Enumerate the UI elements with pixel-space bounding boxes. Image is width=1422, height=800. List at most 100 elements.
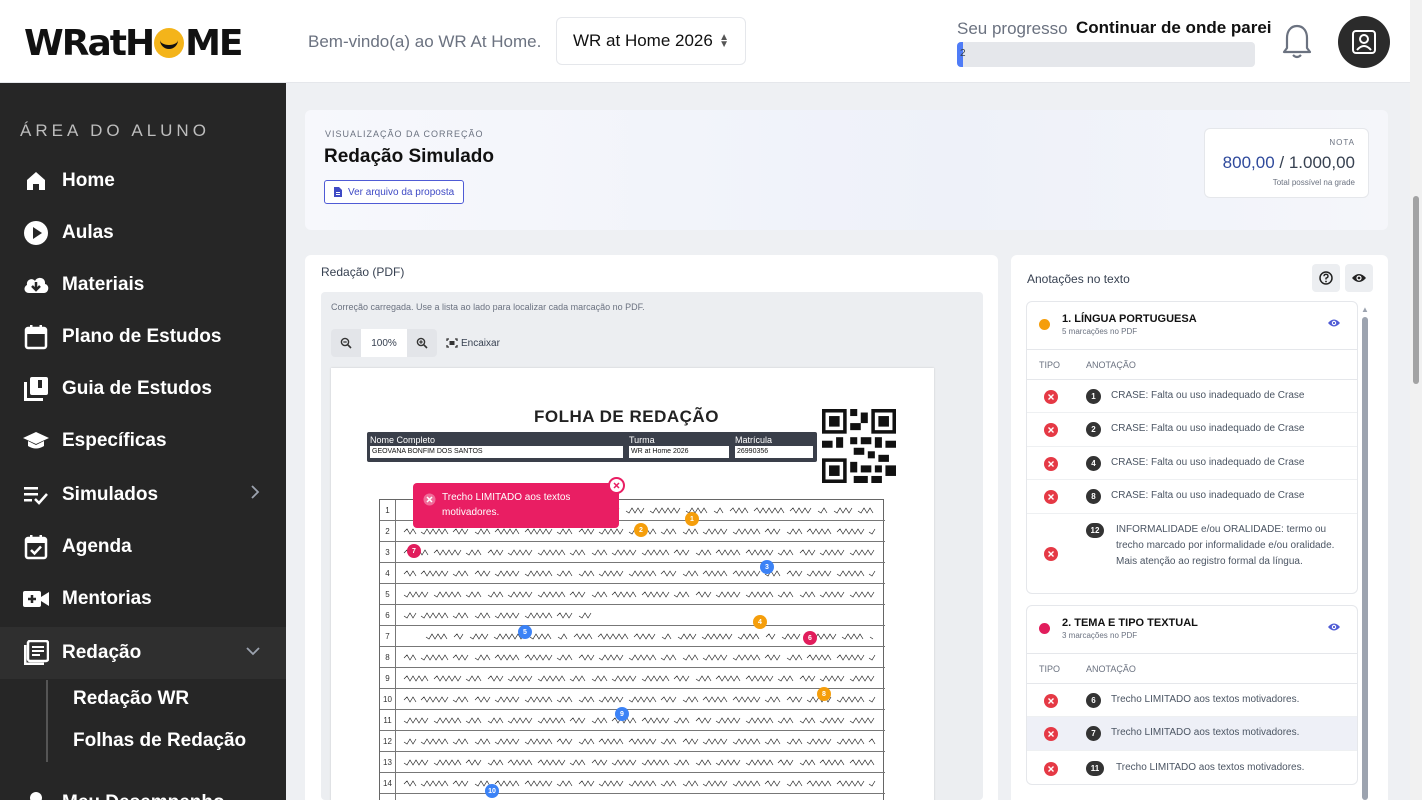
column-annotation: ANOTAÇÃO <box>1086 360 1136 370</box>
line-number: 10 <box>380 689 396 710</box>
sidebar-item-aulas[interactable]: Aulas <box>0 209 286 257</box>
pdf-marker-7[interactable]: 7 <box>407 544 421 558</box>
bell-icon[interactable] <box>1281 22 1313 60</box>
logo-text-mid: atH <box>87 23 155 64</box>
zoom-in-button[interactable] <box>407 329 437 357</box>
essay-line: 3 <box>380 542 885 563</box>
essay-line: 11 <box>380 710 885 731</box>
correction-card: VISUALIZAÇÃO DA CORREÇÃO Redação Simulad… <box>305 110 1388 230</box>
line-number: 5 <box>380 584 396 605</box>
pdf-marker-10[interactable]: 10 <box>485 784 499 798</box>
welcome-text: Bem-vindo(a) ao WR At Home. <box>308 32 542 51</box>
annotation-text: INFORMALIDADE e/ou ORALIDADE: termo ou t… <box>1116 524 1335 567</box>
annotations-scrollbar[interactable]: ▲ <box>1360 305 1370 800</box>
pdf-marker-1[interactable]: 1 <box>685 512 699 526</box>
pdf-marker-3[interactable]: 3 <box>760 560 774 574</box>
pdf-note: Correção carregada. Use a lista ao lado … <box>331 302 645 312</box>
eye-icon[interactable] <box>1327 622 1341 632</box>
sidebar-item-redacao[interactable]: Redação <box>0 627 286 679</box>
eye-icon[interactable] <box>1327 318 1341 328</box>
sidebar-item-simulados[interactable]: Simulados <box>0 471 286 519</box>
correction-eyebrow: VISUALIZAÇÃO DA CORREÇÃO <box>325 129 484 139</box>
fit-label: Encaixar <box>461 337 500 349</box>
line-number: 9 <box>380 668 396 689</box>
view-proposal-button[interactable]: Ver arquivo da proposta <box>324 180 465 204</box>
sidebar-subitem-folhas-de-redacao[interactable]: Folhas de Redação <box>73 730 246 752</box>
annotation-row[interactable]: 6 Trecho LIMITADO aos textos motivadores… <box>1027 684 1357 717</box>
id-field-label: Matrícula <box>735 435 773 445</box>
year-select[interactable]: WR at Home 2026 ▲ ▼ <box>556 17 746 65</box>
grade-box: NOTA 800,00 / 1.000,00 Total possível na… <box>1204 128 1369 198</box>
zoom-out-button[interactable] <box>331 329 361 357</box>
pdf-marker-9[interactable]: 9 <box>615 707 629 721</box>
line-number: 3 <box>380 542 396 563</box>
annotation-row[interactable]: 4 CRASE: Falta ou uso inadequado de Cras… <box>1027 447 1357 480</box>
sidebar-title: ÁREA DO ALUNO <box>20 121 210 140</box>
id-field-value: 26990356 <box>735 446 813 458</box>
person-icon <box>22 789 50 800</box>
line-number: 15 <box>380 794 396 800</box>
sidebar-subitem-redacao-wr[interactable]: Redação WR <box>73 688 189 710</box>
annotation-row[interactable]: 8 CRASE: Falta ou uso inadequado de Cras… <box>1027 480 1357 514</box>
handwriting-scribble <box>403 717 875 724</box>
handwriting-scribble <box>403 696 876 703</box>
essay-line: 12 <box>380 731 885 752</box>
pdf-marker-6[interactable]: 6 <box>803 631 817 645</box>
cloud-download-icon <box>22 271 50 299</box>
sidebar-item-materiais[interactable]: Materiais <box>0 261 286 309</box>
annotation-number: 11 <box>1086 761 1104 776</box>
error-icon <box>1044 694 1058 708</box>
annotation-row[interactable]: 12 INFORMALIDADE e/ou ORALIDADE: termo o… <box>1027 514 1357 593</box>
profile-button[interactable] <box>1338 16 1390 68</box>
sidebar-item-plano-de-estudos[interactable]: Plano de Estudos <box>0 313 286 361</box>
handwriting-scribble <box>403 738 876 745</box>
handwriting-scribble <box>403 549 875 556</box>
sidebar-item-label: Simulados <box>62 484 159 505</box>
tooltip-close-button[interactable] <box>608 477 625 494</box>
sidebar-item-mentorias[interactable]: Mentorias <box>0 575 286 623</box>
sidebar-item-label: Materiais <box>62 274 145 295</box>
sidebar-item-meu-desempenho[interactable]: Meu Desempenho <box>0 779 286 800</box>
sidebar-item-label: Redação <box>62 642 142 663</box>
continue-link[interactable]: Continuar de onde parei <box>1076 18 1272 38</box>
sidebar-item-home[interactable]: Home <box>0 157 286 205</box>
sidebar-item-label: Agenda <box>62 536 132 557</box>
sheet-title: FOLHA DE REDAÇÃO <box>534 407 719 426</box>
handwriting-scribble <box>403 654 876 661</box>
essay-line: 5 <box>380 584 885 605</box>
sidebar: ÁREA DO ALUNO Home Aulas Materiais Plano… <box>0 83 286 800</box>
annotations-scrollbar-thumb[interactable] <box>1362 317 1368 800</box>
annotation-number: 8 <box>1086 489 1101 504</box>
eye-icon <box>1352 274 1366 282</box>
page-scrollbar[interactable] <box>1410 0 1422 800</box>
pdf-marker-2[interactable]: 2 <box>634 523 648 537</box>
annotation-row-selected[interactable]: 7 Trecho LIMITADO aos textos motivadores… <box>1027 717 1357 751</box>
annotation-text: CRASE: Falta ou uso inadequado de Crase <box>1111 490 1305 501</box>
select-arrows-icon: ▲ ▼ <box>719 32 729 50</box>
page-scrollbar-thumb[interactable] <box>1413 196 1419 384</box>
toggle-visibility-button[interactable] <box>1345 264 1373 292</box>
help-button[interactable] <box>1312 264 1340 292</box>
scroll-up-icon: ▲ <box>1361 305 1369 314</box>
calendar-check-icon <box>22 533 50 561</box>
pdf-marker-8[interactable]: 8 <box>817 687 831 701</box>
wr-at-home-logo[interactable]: WRatH ME <box>24 23 244 64</box>
grade-score: 800,00 <box>1222 153 1275 172</box>
logo-text-right: ME <box>185 23 243 64</box>
zoom-controls: 100% <box>331 329 437 357</box>
qr-code-icon <box>822 409 896 483</box>
sidebar-item-especificas[interactable]: Específicas <box>0 417 286 465</box>
essay-line: 15 <box>380 794 885 800</box>
pdf-viewer[interactable]: Correção carregada. Use a lista ao lado … <box>321 292 983 800</box>
annotation-row[interactable]: 2 CRASE: Falta ou uso inadequado de Cras… <box>1027 413 1357 447</box>
column-type: TIPO <box>1039 360 1061 370</box>
sidebar-item-label: Home <box>62 170 115 191</box>
pdf-marker-4[interactable]: 4 <box>753 615 767 629</box>
annotation-row[interactable]: 1 CRASE: Falta ou uso inadequado de Cras… <box>1027 380 1357 413</box>
pdf-marker-5[interactable]: 5 <box>518 625 532 639</box>
sidebar-item-agenda[interactable]: Agenda <box>0 523 286 571</box>
sidebar-item-guia-de-estudos[interactable]: Guia de Estudos <box>0 365 286 413</box>
fit-button[interactable]: Encaixar <box>446 329 500 357</box>
line-number: 2 <box>380 521 396 542</box>
annotation-row[interactable]: 11 Trecho LIMITADO aos textos motivadore… <box>1027 751 1357 784</box>
